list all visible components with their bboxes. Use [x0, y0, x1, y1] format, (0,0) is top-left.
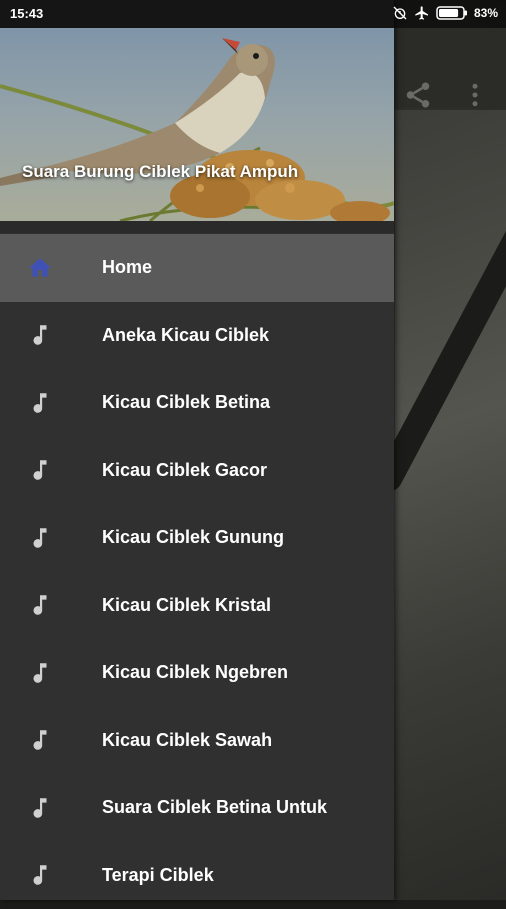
menu-item-label: Kicau Ciblek Gacor: [102, 460, 267, 481]
menu-item-label: Kicau Ciblek Kristal: [102, 595, 271, 616]
music-note-icon: [26, 591, 54, 619]
menu-item-home[interactable]: Home: [0, 234, 394, 302]
menu-item-label: Home: [102, 257, 152, 278]
drawer-header: Suara Burung Ciblek Pikat Ampuh: [0, 28, 394, 221]
battery-icon: [436, 6, 468, 20]
menu-item-kicau-ciblek-betina[interactable]: Kicau Ciblek Betina: [0, 369, 394, 437]
menu-item-kicau-ciblek-gacor[interactable]: Kicau Ciblek Gacor: [0, 437, 394, 505]
menu-item-label: Kicau Ciblek Sawah: [102, 730, 272, 751]
status-time: 15:43: [10, 6, 43, 21]
menu-item-terapi-ciblek[interactable]: Terapi Ciblek: [0, 842, 394, 909]
status-icons: 83%: [392, 5, 498, 21]
menu-item-label: Kicau Ciblek Gunung: [102, 527, 284, 548]
home-icon: [26, 254, 54, 282]
menu-item-label: Kicau Ciblek Ngebren: [102, 662, 288, 683]
menu-item-kicau-ciblek-ngebren[interactable]: Kicau Ciblek Ngebren: [0, 639, 394, 707]
menu-item-label: Kicau Ciblek Betina: [102, 392, 270, 413]
music-note-icon: [26, 321, 54, 349]
music-note-icon: [26, 524, 54, 552]
music-note-icon: [26, 861, 54, 889]
menu-item-label: Terapi Ciblek: [102, 865, 214, 886]
battery-percent: 83%: [474, 6, 498, 20]
bird-header-image: [0, 28, 394, 221]
menu-item-label: Suara Ciblek Betina Untuk: [102, 797, 327, 818]
menu-item-suara-ciblek-betina-untuk[interactable]: Suara Ciblek Betina Untuk: [0, 774, 394, 842]
menu-item-kicau-ciblek-sawah[interactable]: Kicau Ciblek Sawah: [0, 707, 394, 775]
music-note-icon: [26, 794, 54, 822]
more-vert-icon[interactable]: [460, 80, 490, 110]
menu-item-aneka-kicau-ciblek[interactable]: Aneka Kicau Ciblek: [0, 302, 394, 370]
music-note-icon: [26, 389, 54, 417]
drawer-menu: Home Aneka Kicau Ciblek Kicau Ciblek Bet…: [0, 234, 394, 909]
music-note-icon: [26, 456, 54, 484]
status-bar: 15:43 83%: [0, 0, 506, 28]
alarm-off-icon: [392, 5, 408, 21]
music-note-icon: [26, 726, 54, 754]
airplane-mode-icon: [414, 5, 430, 21]
drawer-divider: [0, 221, 394, 233]
navigation-drawer: Suara Burung Ciblek Pikat Ampuh Home Ane…: [0, 0, 394, 900]
menu-item-label: Aneka Kicau Ciblek: [102, 325, 269, 346]
music-note-icon: [26, 659, 54, 687]
menu-item-kicau-ciblek-gunung[interactable]: Kicau Ciblek Gunung: [0, 504, 394, 572]
drawer-header-title: Suara Burung Ciblek Pikat Ampuh: [22, 162, 298, 182]
background-bird-photo: [395, 110, 506, 900]
menu-item-kicau-ciblek-kristal[interactable]: Kicau Ciblek Kristal: [0, 572, 394, 640]
share-icon[interactable]: [403, 80, 433, 110]
